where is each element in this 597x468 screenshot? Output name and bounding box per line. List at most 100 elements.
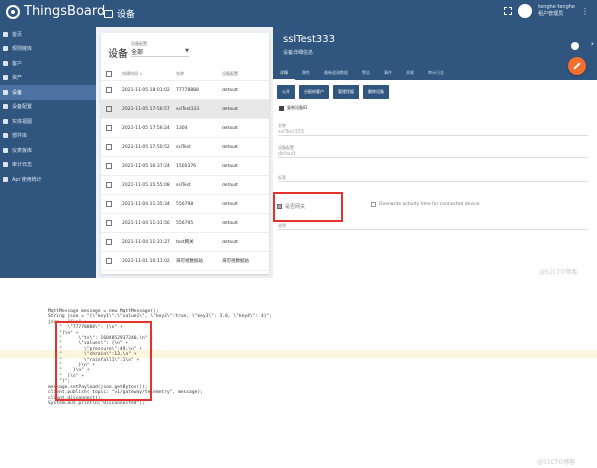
device-list-card: 设备 设备配置 全部 ▼ 创建时间 ↓ 名称 设备配置 2021-11-05 1… [101, 33, 269, 274]
cell-name: 1304 [176, 125, 188, 131]
is-gateway-checkbox[interactable]: 是否网关 [277, 203, 305, 210]
brand-name: ThingsBoard [24, 4, 106, 19]
sidebar-item[interactable]: 审计日志 [0, 158, 96, 173]
cell-name: 海可视数据站 [176, 259, 203, 264]
table-row[interactable]: 2021-11-01 10:11:02 海可视数据站 海可视数据站 [101, 252, 269, 271]
table-row[interactable]: 2021-11-05 17:50:52 sslTest default [101, 138, 269, 157]
detail-tab[interactable]: 详情 [273, 65, 295, 80]
detail-header: sslTest333 设备详细信息 › [273, 27, 597, 65]
row-checkbox[interactable] [106, 106, 112, 112]
device-profile-field-value: default [278, 151, 296, 157]
description-field[interactable]: 说明 [278, 223, 588, 230]
cell-name: 1500376 [176, 163, 197, 169]
top-bar: ThingsBoard 设备 tenghe tenghe 租户管理员 ⋮ [0, 0, 597, 27]
sidebar-item[interactable]: 部件库 [0, 129, 96, 144]
sidebar-item[interactable]: 首页 [0, 27, 96, 42]
detail-tab[interactable]: 关联 [399, 65, 421, 80]
copy-device-id-label: 复制设备ID [287, 105, 308, 110]
sidebar-item[interactable]: Api 使用统计 [0, 172, 96, 187]
detail-tab[interactable]: 最新遥测数据 [317, 65, 355, 80]
name-field-value: sslTest333 [278, 129, 304, 135]
table-row[interactable]: 2021-11-05 16:37:24 1500376 default [101, 157, 269, 176]
row-checkbox[interactable] [106, 163, 112, 169]
table-row[interactable]: 2021-11-04 11:31:27 test网关 default [101, 233, 269, 252]
copy-icon [279, 105, 284, 111]
edit-fab-button[interactable] [568, 57, 586, 75]
sidebar-item-label: 客户 [12, 60, 23, 67]
action-button[interactable]: 分配给客户 [299, 85, 329, 99]
thingsboard-window: ThingsBoard 设备 tenghe tenghe 租户管理员 ⋮ 首页规… [0, 0, 597, 278]
table-row[interactable]: 2021-11-05 18:01:02 77778888 default [101, 81, 269, 100]
detail-tab[interactable]: 事件 [377, 65, 399, 80]
cell-name: 556798 [176, 201, 194, 207]
detail-tab[interactable]: 警告 [355, 65, 377, 80]
page-title: 设备 [108, 49, 128, 60]
row-checkbox[interactable] [106, 144, 112, 150]
detail-tabs: 详情 属性 最新遥测数据 警告 事件 关联 审计日志 [273, 65, 597, 80]
column-profile[interactable]: 设备配置 [222, 71, 262, 77]
action-button[interactable]: 公开 [277, 85, 295, 99]
select-all-checkbox[interactable] [106, 70, 112, 77]
sidebar-item-label: 首页 [12, 31, 23, 38]
breadcrumb[interactable]: 设备 [104, 7, 135, 20]
row-checkbox[interactable] [106, 182, 112, 188]
user-info: tenghe tenghe 租户管理员 [538, 4, 575, 18]
cell-profile: default [222, 220, 238, 226]
name-field[interactable]: 名称 sslTest333 [278, 123, 588, 136]
cell-profile: default [222, 201, 238, 207]
avatar[interactable] [518, 4, 533, 18]
table-row[interactable]: 2021-11-05 15:55:08 sslTest default [101, 176, 269, 195]
cell-created: 2021-11-05 17:56:57 [122, 106, 170, 112]
sidebar-item-label: 部件库 [12, 133, 28, 140]
sidebar-item[interactable]: 规则链库 [0, 42, 96, 57]
cell-profile: default [222, 87, 238, 93]
row-checkbox[interactable] [106, 220, 112, 226]
sidebar-item[interactable]: 实体视图 [0, 114, 96, 129]
column-created[interactable]: 创建时间 ↓ [122, 71, 176, 77]
action-button[interactable]: 删除设备 [363, 85, 389, 99]
fullscreen-icon[interactable] [504, 7, 513, 15]
sidebar-item[interactable]: 设备配置 [0, 100, 96, 115]
row-checkbox[interactable] [106, 125, 112, 131]
cell-profile: default [222, 125, 238, 131]
sidebar-item-label: 规则链库 [12, 46, 33, 53]
help-icon[interactable] [571, 42, 579, 50]
action-button[interactable]: 管理凭据 [333, 85, 359, 99]
detail-tab[interactable]: 审计日志 [421, 65, 451, 80]
detail-tab[interactable]: 属性 [295, 65, 317, 80]
breadcrumb-label: 设备 [117, 10, 136, 20]
row-checkbox[interactable] [106, 87, 112, 93]
row-checkbox[interactable] [106, 201, 112, 207]
sidebar-item[interactable]: 设备 [0, 85, 96, 100]
cell-name: sslTest [176, 144, 191, 150]
composite-screenshot: ThingsBoard 设备 tenghe tenghe 租户管理员 ⋮ 首页规… [0, 0, 597, 468]
sidebar-item[interactable]: 资产 [0, 71, 96, 86]
sidebar-item-icon [3, 118, 8, 124]
overwrite-activity-checkbox[interactable]: Overwrite activity time for connected de… [371, 202, 480, 207]
brand[interactable]: ThingsBoard [6, 4, 105, 19]
sidebar-item[interactable]: 仪表板库 [0, 143, 96, 158]
device-profile-field[interactable]: 设备配置 default [278, 145, 588, 158]
sidebar-item-icon [3, 75, 8, 81]
thingsboard-logo-icon [6, 4, 20, 19]
sidebar-item-label: 设备配置 [12, 104, 33, 111]
device-profile-filter[interactable]: 设备配置 全部 ▼ [131, 41, 189, 57]
cell-name: 77778888 [176, 87, 199, 93]
device-detail-panel: sslTest333 设备详细信息 › 详情 属性 最新遥测数据 警告 事件 关联 审计日志… [273, 27, 597, 278]
sidebar-item[interactable]: 客户 [0, 56, 96, 71]
more-vert-icon[interactable]: ⋮ [581, 7, 589, 16]
close-icon[interactable]: › [591, 39, 594, 48]
row-checkbox[interactable] [106, 258, 112, 264]
table-row[interactable]: 2021-11-04 11:35:34 556798 default [101, 195, 269, 214]
row-checkbox[interactable] [106, 239, 112, 245]
cell-profile: default [222, 144, 238, 150]
column-name[interactable]: 名称 [176, 71, 222, 77]
cell-name: test网关 [176, 240, 194, 245]
table-row[interactable]: 2021-11-05 17:56:57 sslTest333 default [101, 100, 269, 119]
copy-device-id-button[interactable]: 复制设备ID [279, 105, 307, 111]
label-field[interactable]: 标签 [278, 175, 588, 182]
cell-created: 2021-11-04 11:31:56 [122, 220, 170, 226]
cell-created: 2021-11-04 11:31:27 [122, 239, 170, 245]
table-row[interactable]: 2021-11-04 11:31:56 556795 default [101, 214, 269, 233]
table-row[interactable]: 2021-11-05 17:56:24 1304 default [101, 119, 269, 138]
